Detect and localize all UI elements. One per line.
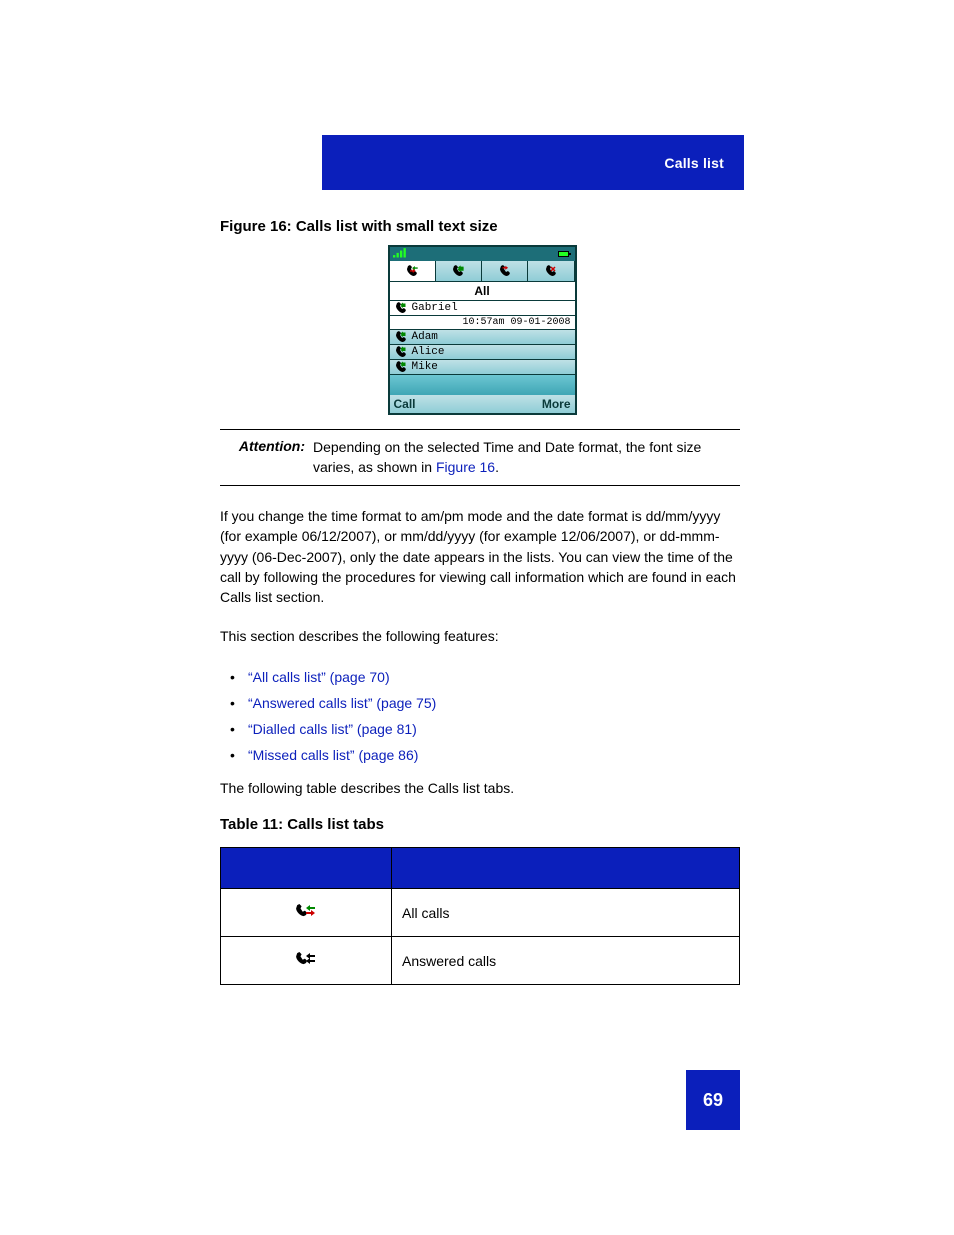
link-answered-calls[interactable]: “Answered calls list” (page 75) [248,695,436,711]
softkey-left: Call [394,397,416,411]
link-all-calls[interactable]: “All calls list” (page 70) [248,669,390,685]
dialled-icon [498,265,512,277]
answered-icon [451,265,465,277]
link-missed-calls[interactable]: “Missed calls list” (page 86) [248,747,418,763]
desc-cell: All calls [392,889,740,937]
header-band: Calls list [322,135,744,190]
phone-entry-2: Alice [390,345,575,360]
phone-status-bar [390,247,575,261]
paragraph-3: The following table describes the Calls … [220,778,740,798]
answered-icon [394,361,408,373]
entry-name: Mike [412,361,438,373]
phone-entry-0-detail: 10:57am 09-01-2008 [390,316,575,330]
answered-icon [394,331,408,343]
attention-box: Attention: Depending on the selected Tim… [220,429,740,486]
table-caption: Table 11: Calls list tabs [220,816,740,833]
attention-link[interactable]: Figure 16 [436,459,495,475]
answered-icon [394,302,408,314]
paragraph-1: If you change the time format to am/pm m… [220,506,740,607]
phone-softkeys: Call More [390,395,575,413]
link-dialled-calls[interactable]: “Dialled calls list” (page 81) [248,721,417,737]
phone-tabs [390,261,575,282]
phone-tab-answered [436,261,482,281]
missed-icon [544,265,558,277]
table-header-desc [392,848,740,889]
attention-pre: Depending on the selected Time and Date … [313,439,701,475]
phone-tab-all [390,261,436,281]
all-calls-icon [405,265,419,277]
battery-icon [558,248,572,260]
phone-entry-0: Gabriel [390,301,575,316]
answered-calls-icon [295,951,317,967]
header-section-label: Calls list [664,155,724,171]
all-calls-icon [295,903,317,919]
feature-item-3: “Missed calls list” (page 86) [220,742,740,768]
attention-label: Attention: [220,438,313,477]
softkey-right: More [542,397,571,411]
feature-item-0: “All calls list” (page 70) [220,664,740,690]
calls-list-tabs-table: All calls Answered calls [220,847,740,985]
feature-list: “All calls list” (page 70) “Answered cal… [220,664,740,768]
paragraph-2: This section describes the following fea… [220,626,740,646]
attention-post: . [495,459,499,475]
figure-16-image: All Gabriel 10:57am 09-01-2008 Adam Alic… [388,245,573,415]
table-row: All calls [221,889,740,937]
phone-tab-missed [528,261,574,281]
entry-name: Adam [412,331,438,343]
feature-item-2: “Dialled calls list” (page 81) [220,716,740,742]
answered-icon [394,346,408,358]
phone-background [390,375,575,395]
feature-item-1: “Answered calls list” (page 75) [220,690,740,716]
entry-name: Gabriel [412,302,458,314]
table-row: Answered calls [221,937,740,985]
desc-cell: Answered calls [392,937,740,985]
phone-entry-1: Adam [390,330,575,345]
phone-tab-dialled [482,261,528,281]
phone-entry-3: Mike [390,360,575,375]
page-number: 69 [686,1070,740,1130]
table-header-row [221,848,740,889]
phone-tab-title: All [390,282,575,301]
icon-cell-all [221,889,392,937]
signal-icon [393,248,407,260]
attention-text: Depending on the selected Time and Date … [313,438,740,477]
figure-caption: Figure 16: Calls list with small text si… [220,218,740,235]
icon-cell-answered [221,937,392,985]
entry-name: Alice [412,346,445,358]
table-header-icon [221,848,392,889]
